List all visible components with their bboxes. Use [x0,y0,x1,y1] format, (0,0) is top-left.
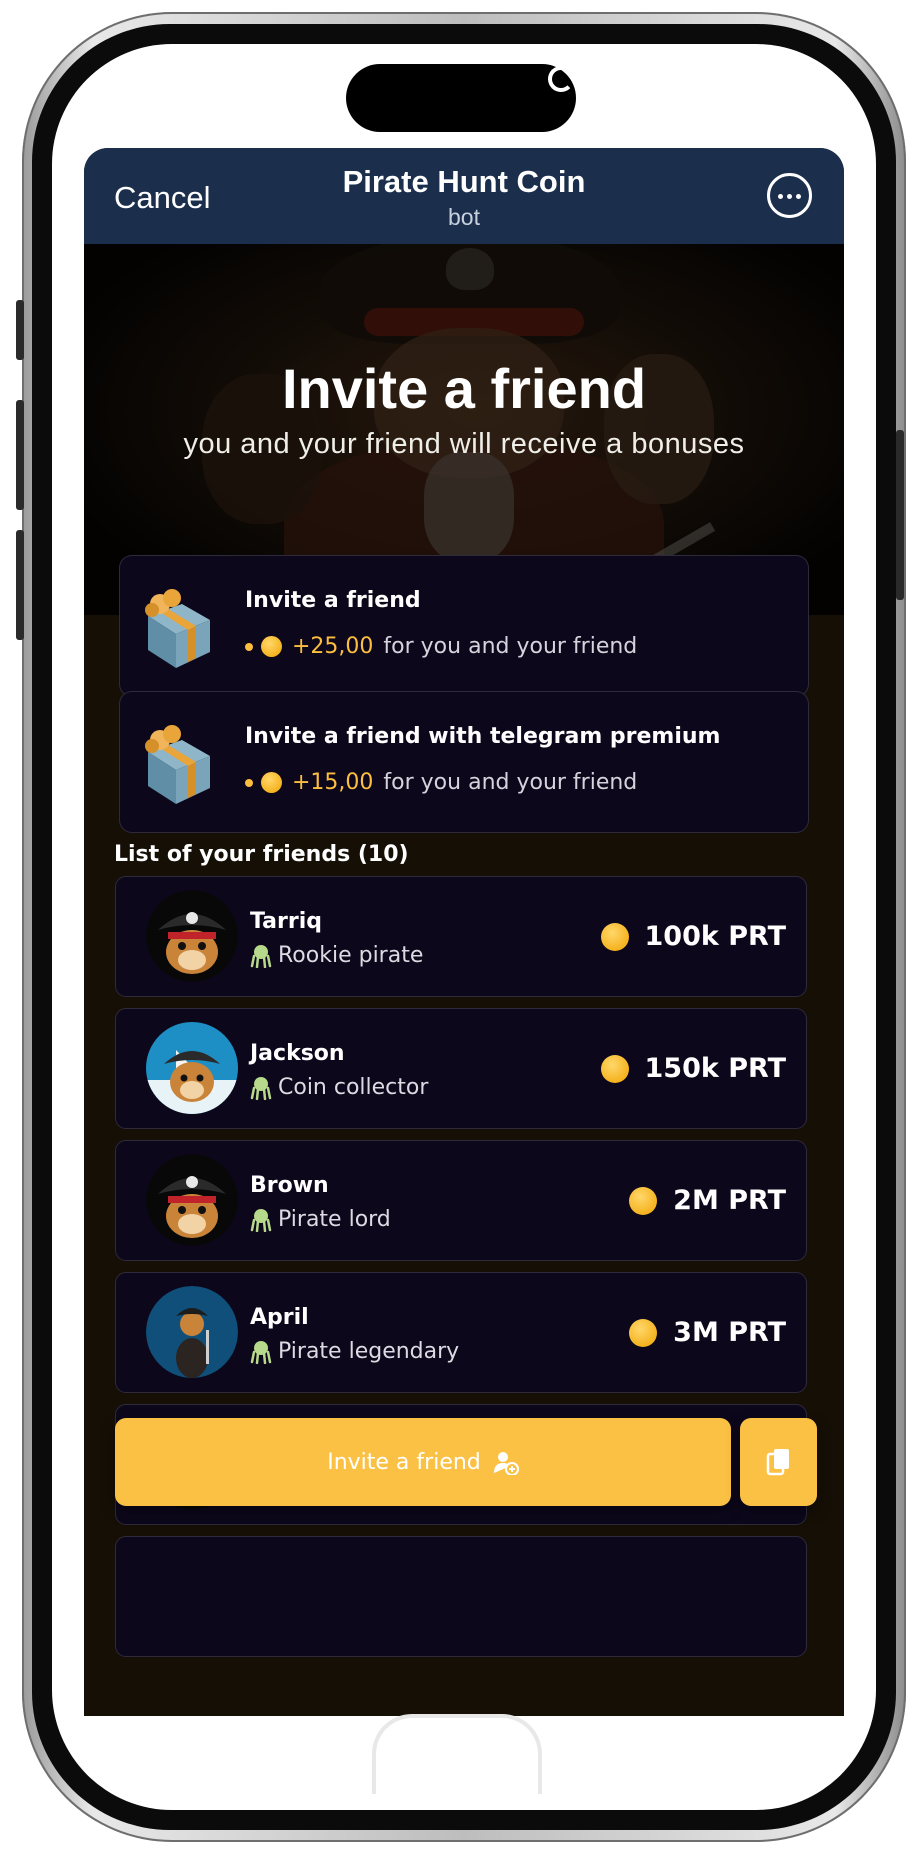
octopus-icon [250,1076,272,1100]
friend-earnings: 150k PRT [600,1053,787,1084]
coin-icon [629,1318,658,1347]
invite-friend-button[interactable]: Invite a friend [115,1418,731,1506]
bonus-title: Invite a friend with telegram premium [245,724,721,749]
friend-name: Tarriq [250,909,323,934]
friend-rank: Pirate legendary [250,1339,459,1364]
friend-rank: Pirate lord [250,1207,391,1232]
coin-icon [600,1054,629,1083]
copy-icon [766,1449,789,1476]
side-button [16,400,24,510]
octopus-icon [250,1208,272,1232]
invite-button-label: Invite a friend [327,1449,481,1475]
friend-earnings: 3M PRT [629,1317,786,1348]
friend-name: April [250,1305,309,1330]
side-button [896,430,904,600]
friend-list-item[interactable] [115,1536,807,1657]
bonus-description: for you and your friend [383,634,638,659]
copy-link-button[interactable] [740,1418,817,1506]
friend-rank-label: Pirate legendary [278,1339,460,1364]
pirate-dog-avatar [146,1154,238,1246]
pirate-dog-avatar [146,890,238,982]
dynamic-island [346,64,576,132]
friend-list-item[interactable]: Jackson Coin collector 150k PRT [115,1008,807,1129]
coin-icon [261,636,282,657]
home-indicator [372,1714,542,1794]
friend-earnings: 2M PRT [629,1185,786,1216]
coin-icon [261,772,282,793]
side-button [16,530,24,640]
friend-rank: Rookie pirate [250,943,423,968]
dot-icon [245,642,253,651]
pirate-dog-ship-avatar [146,1022,238,1114]
friend-amount-value: 3M PRT [673,1317,786,1348]
friends-list-title: List of your friends (10) [114,842,409,867]
friend-list-item[interactable]: Brown Pirate lord 2M PRT [115,1140,807,1261]
friend-amount-value: 100k PRT [644,921,787,952]
friend-rank: Coin collector [250,1075,428,1100]
friend-rank-label: Pirate lord [278,1207,391,1232]
bonus-reward: +15,00 for you and your friend [245,770,637,795]
friend-list-item[interactable]: Tarriq Rookie pirate 100k PRT [115,876,807,997]
more-icon[interactable] [767,173,812,218]
friend-amount-value: 2M PRT [673,1185,786,1216]
bonus-title: Invite a friend [245,588,421,613]
dot-icon [245,778,253,787]
bonus-description: for you and your friend [383,770,638,795]
friend-rank-label: Rookie pirate [278,943,424,968]
octopus-icon [250,1340,272,1364]
octopus-icon [250,944,272,968]
friend-name: Jackson [250,1041,345,1066]
mini-app: Cancel Pirate Hunt Coin bot Invite a fri… [84,148,844,1716]
gift-icon [145,725,210,804]
top-bar: Cancel Pirate Hunt Coin bot [84,148,844,244]
hero-title: Invite a friend [281,357,647,420]
bonus-amount: +25,00 [292,634,374,659]
gift-icon [145,589,210,668]
friend-earnings: 100k PRT [600,921,787,952]
loading-indicator-icon [548,66,574,92]
friend-rank-label: Coin collector [278,1075,429,1100]
bonus-card: Invite a friend +25,00 for you and your … [119,555,809,697]
bot-title: Pirate Hunt Coin [342,164,586,199]
coin-icon [629,1186,658,1215]
bonus-reward: +25,00 for you and your friend [245,634,637,659]
side-button [16,300,24,360]
bonus-amount: +15,00 [292,770,374,795]
coin-icon [600,922,629,951]
hero-subtitle: you and your friend will receive a bonus… [183,428,745,460]
friend-amount-value: 150k PRT [644,1053,787,1084]
friend-list-item[interactable]: April Pirate legendary 3M PRT [115,1272,807,1393]
pirate-dog-sword-avatar [146,1286,238,1378]
add-user-icon [493,1452,519,1475]
bonus-card: Invite a friend with telegram premium +1… [119,691,809,833]
friend-name: Brown [250,1173,329,1198]
bot-subtitle: bot [448,204,480,230]
